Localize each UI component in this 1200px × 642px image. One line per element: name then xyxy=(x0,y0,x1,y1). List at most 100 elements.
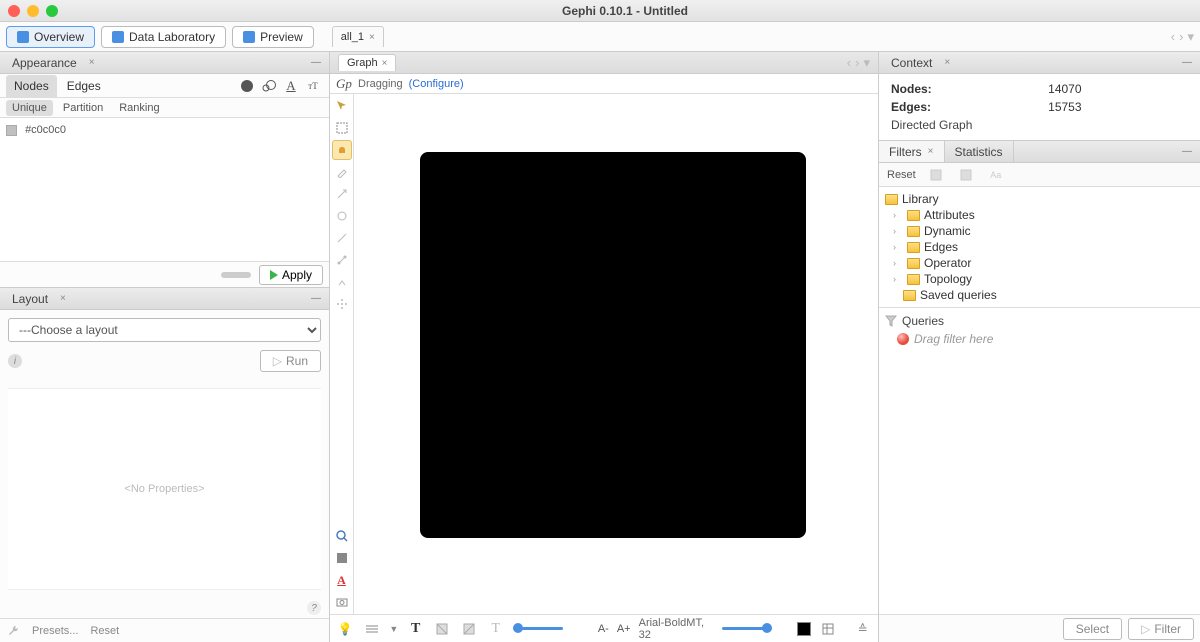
next-tab-button[interactable]: › xyxy=(855,55,859,70)
screenshot-icon[interactable] xyxy=(332,592,352,612)
minimize-panel-button[interactable]: — xyxy=(1182,57,1192,68)
close-icon[interactable]: × xyxy=(944,57,950,68)
drag-tool-icon[interactable] xyxy=(332,140,352,160)
expand-toolbar-icon[interactable]: ≙ xyxy=(853,619,872,639)
next-workspace-button[interactable]: › xyxy=(1179,29,1183,45)
diffusion-tool-icon[interactable] xyxy=(332,294,352,314)
workspace-tab-label: Overview xyxy=(34,30,84,44)
show-labels-icon[interactable]: T xyxy=(406,619,425,639)
workspace-menu-button[interactable]: ▾ xyxy=(1187,29,1194,45)
brush-tool-icon[interactable] xyxy=(332,206,352,226)
tree-category[interactable]: › Topology xyxy=(885,271,1194,287)
font-selector[interactable]: Arial-BoldMT, 32 xyxy=(639,617,714,641)
heatmap-tool-icon[interactable] xyxy=(332,272,352,292)
workspace-bar: Overview Data Laboratory Preview all_1 ×… xyxy=(0,22,1200,52)
tab-partition[interactable]: Partition xyxy=(57,100,109,116)
auto-refresh-icon[interactable]: Aa xyxy=(986,165,1006,185)
tab-filters[interactable]: Filters × xyxy=(879,141,945,162)
font-increase-button[interactable]: A+ xyxy=(617,623,631,635)
shortest-path-tool-icon[interactable] xyxy=(332,250,352,270)
folder-icon xyxy=(885,194,898,205)
export-icon[interactable] xyxy=(956,165,976,185)
folder-icon xyxy=(907,210,920,221)
close-icon[interactable]: × xyxy=(369,32,375,43)
minimize-panel-button[interactable]: — xyxy=(1182,146,1192,157)
close-icon[interactable]: × xyxy=(928,146,934,157)
presets-button[interactable]: Presets... xyxy=(32,625,78,637)
graph-canvas[interactable] xyxy=(354,94,878,614)
edge-pencil-tool-icon[interactable] xyxy=(332,228,352,248)
workspace-tab-data-laboratory[interactable]: Data Laboratory xyxy=(101,26,226,48)
tree-label: Operator xyxy=(924,256,971,270)
center-graph-icon[interactable] xyxy=(332,526,352,546)
minimize-panel-button[interactable]: — xyxy=(311,57,321,68)
run-button[interactable]: ▷ Run xyxy=(260,350,321,372)
window-title: Gephi 0.10.1 - Untitled xyxy=(58,4,1192,18)
select-button[interactable]: Select xyxy=(1063,618,1122,640)
tab-edges[interactable]: Edges xyxy=(59,75,109,97)
size-tool-icon[interactable] xyxy=(332,184,352,204)
font-decrease-button[interactable]: A- xyxy=(598,623,609,635)
queries-area: Queries Drag filter here xyxy=(879,308,1200,614)
lightbulb-icon[interactable]: 💡 xyxy=(336,619,355,639)
save-query-icon[interactable] xyxy=(926,165,946,185)
tree-saved-queries[interactable]: Saved queries xyxy=(885,287,1194,303)
drop-target-icon xyxy=(897,333,909,345)
label-color-mode-icon[interactable]: A xyxy=(281,76,301,96)
color-swatch[interactable] xyxy=(6,125,17,136)
label-size-slider[interactable] xyxy=(722,627,772,630)
tab-nodes[interactable]: Nodes xyxy=(6,75,57,97)
tree-label: Dynamic xyxy=(924,224,971,238)
tab-ranking[interactable]: Ranking xyxy=(113,100,165,116)
maximize-window-button[interactable] xyxy=(46,5,58,17)
close-window-button[interactable] xyxy=(8,5,20,17)
edges-count-label: Edges: xyxy=(891,100,1038,114)
edge-weight-slider[interactable] xyxy=(513,627,563,630)
tree-category[interactable]: › Dynamic xyxy=(885,223,1194,239)
close-icon[interactable]: × xyxy=(89,57,95,68)
graph-tab-label: Graph xyxy=(347,57,378,69)
label-settings-icon[interactable]: T xyxy=(486,619,505,639)
tree-category[interactable]: › Attributes xyxy=(885,207,1194,223)
close-icon[interactable]: × xyxy=(60,293,66,304)
apply-button[interactable]: Apply xyxy=(259,265,323,285)
label-size-mode-icon[interactable]: тT xyxy=(303,76,323,96)
close-icon[interactable]: × xyxy=(382,58,388,69)
tab-statistics[interactable]: Statistics xyxy=(945,141,1014,162)
node-label-box-icon[interactable] xyxy=(433,619,452,639)
background-color-icon[interactable]: A xyxy=(332,570,352,590)
edge-label-box-icon[interactable] xyxy=(460,619,479,639)
tab-menu-button[interactable]: ▾ xyxy=(863,55,870,71)
tree-library-root[interactable]: Library xyxy=(885,191,1194,207)
tree-category[interactable]: › Edges xyxy=(885,239,1194,255)
prev-tab-button[interactable]: ‹ xyxy=(847,55,851,70)
edge-settings-icon[interactable] xyxy=(363,619,382,639)
graph-tab[interactable]: Graph × xyxy=(338,54,396,71)
info-icon[interactable]: i xyxy=(8,354,22,368)
tree-category[interactable]: › Operator xyxy=(885,255,1194,271)
workspace-tab-overview[interactable]: Overview xyxy=(6,26,95,48)
help-icon[interactable]: ? xyxy=(307,601,321,615)
tab-unique[interactable]: Unique xyxy=(6,100,53,116)
label-color-swatch[interactable] xyxy=(797,622,810,636)
reset-button[interactable]: Reset xyxy=(90,625,119,637)
workspace-file-tab[interactable]: all_1 × xyxy=(332,26,384,47)
filters-reset-button[interactable]: Reset xyxy=(887,169,916,181)
color-mode-icon[interactable] xyxy=(237,76,257,96)
layout-select[interactable]: ---Choose a layout xyxy=(8,318,321,342)
configure-tool-link[interactable]: (Configure) xyxy=(409,78,464,90)
workspace-tab-preview[interactable]: Preview xyxy=(232,26,314,48)
prev-workspace-button[interactable]: ‹ xyxy=(1171,29,1175,45)
pointer-tool-icon[interactable] xyxy=(332,96,352,116)
size-mode-icon[interactable] xyxy=(259,76,279,96)
reset-zoom-icon[interactable] xyxy=(332,548,352,568)
attributes-config-icon[interactable] xyxy=(819,619,838,639)
paint-tool-icon[interactable] xyxy=(332,162,352,182)
drag-filter-dropzone[interactable]: Drag filter here xyxy=(897,332,1194,346)
minimize-panel-button[interactable]: — xyxy=(311,293,321,304)
filter-button[interactable]: ▷ Filter xyxy=(1128,618,1194,640)
spline-button[interactable] xyxy=(221,272,251,278)
minimize-window-button[interactable] xyxy=(27,5,39,17)
rect-select-tool-icon[interactable] xyxy=(332,118,352,138)
filters-library-tree: Library › Attributes › Dynamic › Edges xyxy=(879,187,1200,308)
